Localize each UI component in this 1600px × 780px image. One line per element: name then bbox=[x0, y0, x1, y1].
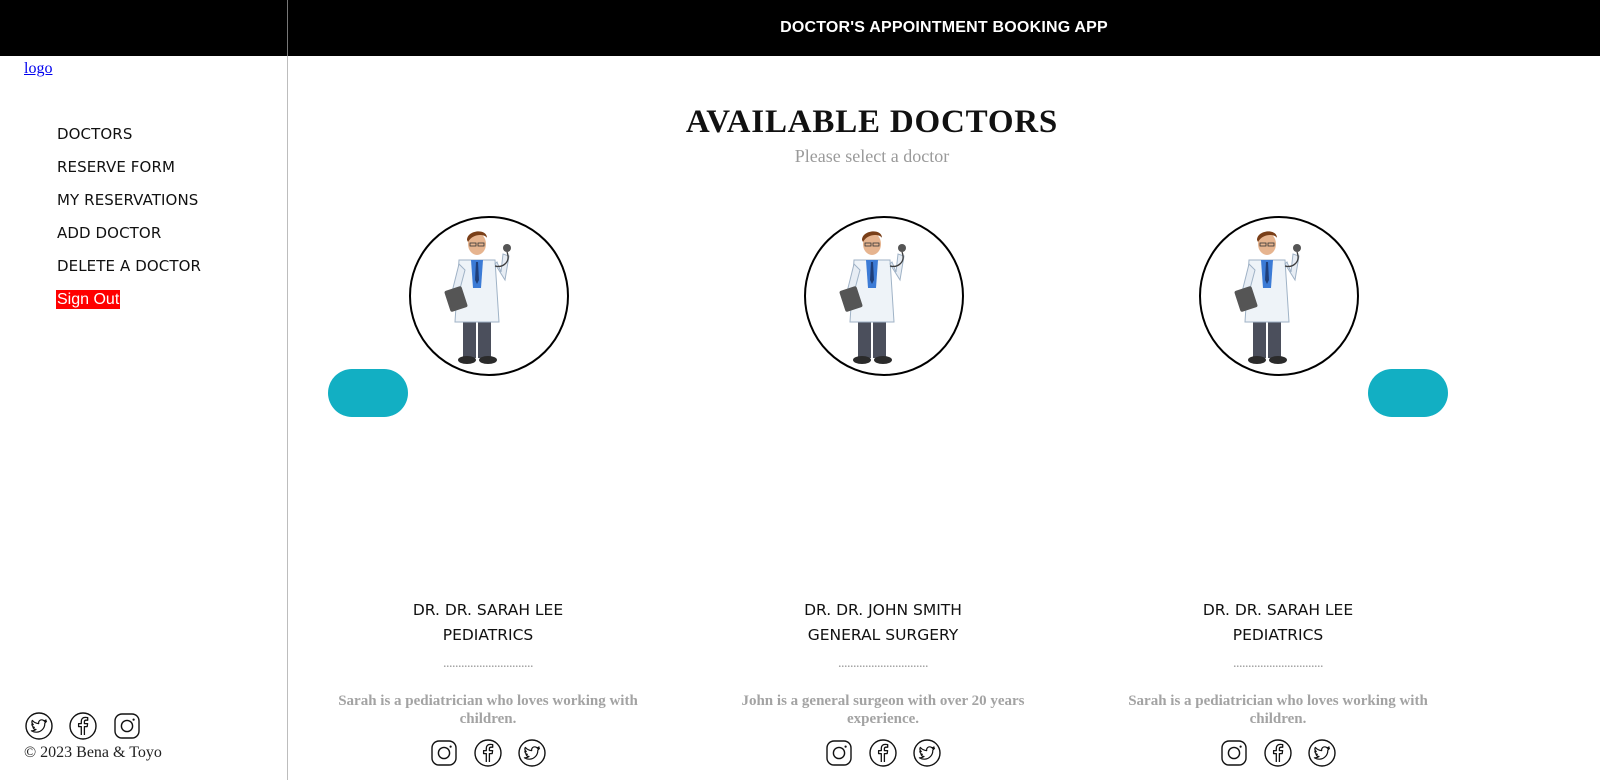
facebook-icon[interactable] bbox=[868, 738, 898, 768]
sidebar: logo DOCTORS RESERVE FORM MY RESERVATION… bbox=[0, 56, 288, 780]
sidebar-nav: DOCTORS RESERVE FORM MY RESERVATIONS ADD… bbox=[57, 126, 201, 291]
instagram-icon[interactable] bbox=[1219, 738, 1249, 768]
twitter-icon[interactable] bbox=[517, 738, 547, 768]
doctor-avatar[interactable] bbox=[804, 216, 964, 376]
doctor-bio: Sarah is a pediatrician who loves workin… bbox=[338, 693, 638, 727]
dotted-divider: .............................. bbox=[1233, 656, 1324, 671]
doctor-card[interactable]: DR. DR. SARAH LEE PEDIATRICS ...........… bbox=[1113, 216, 1443, 666]
doctor-specialty: PEDIATRICS bbox=[442, 626, 534, 644]
nav-item-doctors[interactable]: DOCTORS bbox=[57, 126, 201, 159]
doctor-avatar[interactable] bbox=[409, 216, 569, 376]
doctor-card[interactable]: DR. DR. JOHN SMITH GENERAL SURGERY .....… bbox=[718, 216, 1048, 666]
facebook-icon[interactable] bbox=[1263, 738, 1293, 768]
page-title: AVAILABLE DOCTORS bbox=[685, 104, 1059, 140]
nav-item-delete-doctor[interactable]: DELETE A DOCTOR bbox=[57, 258, 201, 291]
logo-alt-text: logo bbox=[24, 60, 53, 77]
top-header: DOCTOR'S APPOINTMENT BOOKING APP bbox=[0, 0, 1600, 56]
sign-out-button[interactable]: Sign Out bbox=[56, 290, 121, 309]
doctor-social-links bbox=[718, 738, 1048, 768]
copyright: © 2023 Bena & Toyo bbox=[24, 744, 162, 761]
nav-item-reserve-form[interactable]: RESERVE FORM bbox=[57, 159, 201, 192]
facebook-icon[interactable] bbox=[473, 738, 503, 768]
twitter-icon[interactable] bbox=[912, 738, 942, 768]
instagram-icon[interactable] bbox=[112, 711, 142, 741]
doctor-name: DR. DR. SARAH LEE bbox=[412, 601, 564, 619]
doctor-bio: John is a general surgeon with over 20 y… bbox=[741, 693, 1025, 727]
dotted-divider: .............................. bbox=[443, 656, 534, 671]
doctor-name: DR. DR. JOHN SMITH bbox=[804, 601, 962, 619]
facebook-icon[interactable] bbox=[68, 711, 98, 741]
nav-item-my-reservations[interactable]: MY RESERVATIONS bbox=[57, 192, 201, 225]
page-subtitle: Please select a doctor bbox=[794, 146, 950, 166]
doctor-bio: Sarah is a pediatrician who loves workin… bbox=[1128, 693, 1428, 727]
twitter-icon[interactable] bbox=[24, 711, 54, 741]
doctor-specialty: PEDIATRICS bbox=[1232, 626, 1324, 644]
sidebar-social-links bbox=[24, 711, 142, 741]
dotted-divider: .............................. bbox=[838, 656, 929, 671]
doctor-name: DR. DR. SARAH LEE bbox=[1202, 601, 1354, 619]
doctor-illustration bbox=[1201, 218, 1357, 374]
doctor-social-links bbox=[1113, 738, 1443, 768]
main-content: AVAILABLE DOCTORS Please select a doctor… bbox=[288, 56, 1600, 780]
doctor-illustration bbox=[411, 218, 567, 374]
prev-button[interactable] bbox=[328, 369, 408, 417]
app-title: DOCTOR'S APPOINTMENT BOOKING APP bbox=[780, 19, 1108, 36]
doctor-specialty: GENERAL SURGERY bbox=[807, 626, 959, 644]
logo-link[interactable]: logo bbox=[24, 60, 52, 78]
instagram-icon[interactable] bbox=[429, 738, 459, 768]
doctor-social-links bbox=[323, 738, 653, 768]
instagram-icon[interactable] bbox=[824, 738, 854, 768]
doctor-card[interactable]: DR. DR. SARAH LEE PEDIATRICS ...........… bbox=[323, 216, 653, 666]
nav-item-add-doctor[interactable]: ADD DOCTOR bbox=[57, 225, 201, 258]
doctor-avatar[interactable] bbox=[1199, 216, 1359, 376]
doctor-illustration bbox=[806, 218, 962, 374]
twitter-icon[interactable] bbox=[1307, 738, 1337, 768]
next-button[interactable] bbox=[1368, 369, 1448, 417]
